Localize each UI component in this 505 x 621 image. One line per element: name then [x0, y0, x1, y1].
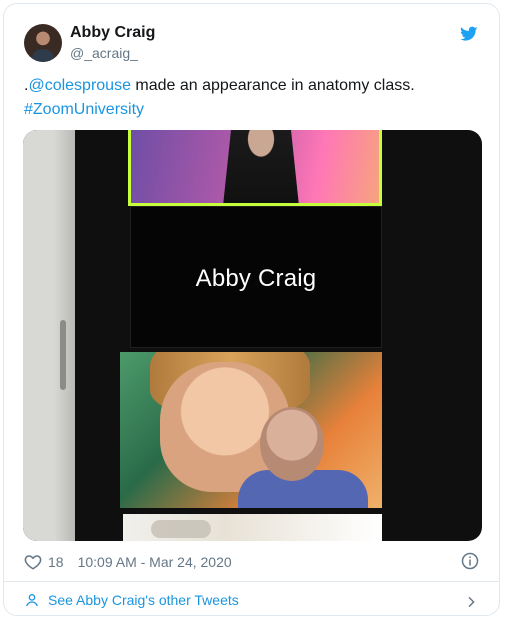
- video-tile-bottom: [123, 514, 382, 541]
- twitter-bird-icon[interactable]: [459, 25, 479, 43]
- info-icon[interactable]: [461, 552, 479, 570]
- ipad-bezel: [23, 130, 75, 541]
- like-count[interactable]: 18: [48, 554, 64, 570]
- see-more-label[interactable]: See Abby Craig's other Tweets: [48, 592, 239, 608]
- heart-icon[interactable]: [24, 553, 42, 571]
- see-more-tweets-link[interactable]: See Abby Craig's other Tweets: [24, 592, 239, 608]
- author-handle[interactable]: @_acraig_: [70, 45, 138, 61]
- participant-name: Abby Craig: [195, 265, 317, 292]
- hashtag-link[interactable]: #ZoomUniversity: [24, 101, 144, 118]
- chevron-right-icon[interactable]: [463, 594, 479, 610]
- footer-divider: [4, 581, 499, 582]
- tweet-metadata: 18 10:09 AM - Mar 24, 2020: [24, 552, 232, 572]
- tweet-text: .@colesprouse made an appearance in anat…: [24, 74, 484, 122]
- tweet-photo[interactable]: Abby Craig: [23, 130, 482, 541]
- tweet-text-body: made an appearance in anatomy class.: [130, 77, 415, 94]
- author-avatar[interactable]: [24, 24, 62, 62]
- video-tile-top: [128, 130, 382, 206]
- mention-link[interactable]: @colesprouse: [28, 77, 131, 94]
- ipad-scroll-indicator: [60, 320, 66, 390]
- author-name[interactable]: Abby Craig: [70, 24, 155, 42]
- tweet-card: Abby Craig @_acraig_ .@colesprouse made …: [3, 3, 500, 616]
- video-tile-featured: [120, 352, 382, 508]
- person-icon: [26, 594, 38, 607]
- participant-face-2: [260, 407, 324, 481]
- tweet-timestamp[interactable]: 10:09 AM - Mar 24, 2020: [78, 554, 232, 570]
- video-tile-name: Abby Craig: [130, 206, 382, 348]
- video-participant: [223, 130, 299, 203]
